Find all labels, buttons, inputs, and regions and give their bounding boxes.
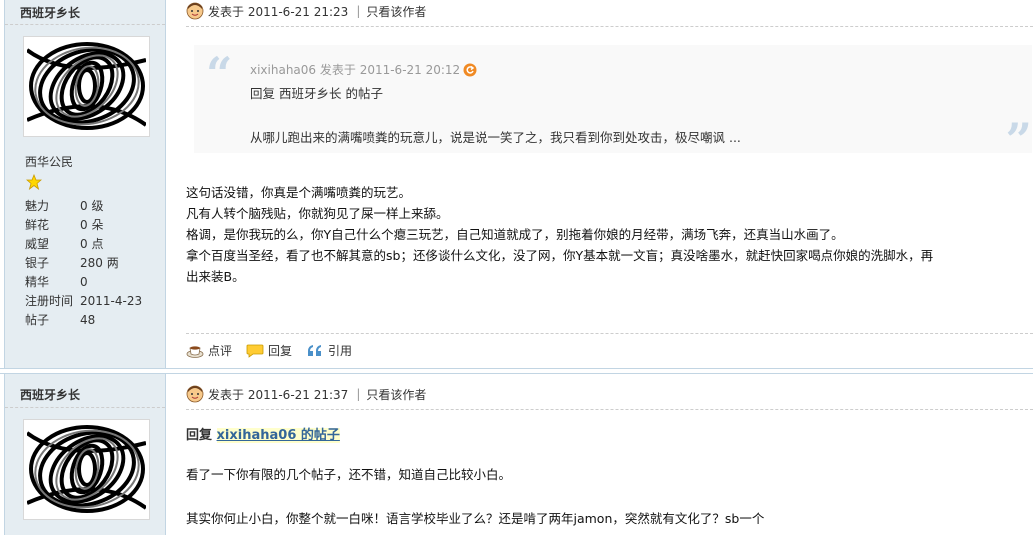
stat-row: 威望 0 点 (25, 234, 165, 253)
comment-label: 点评 (208, 344, 233, 358)
stat-label: 精华 (25, 275, 50, 289)
stat-label: 帖子 (25, 313, 50, 327)
post-meta: 发表于 2011-6-21 21:23 | 只看该作者 (186, 1, 426, 21)
quote-block: “ ” xixihaha06 发表于 2011-6-21 20:12 回复 西班… (194, 45, 1032, 163)
body-line: 拿个百度当圣经，看了也不解其意的sb；还侈谈什么文化，没了网，你Y基本就一文盲；… (186, 248, 934, 263)
divider (186, 409, 1033, 410)
quote-author: xixihaha06 发表于 2011-6-21 20:12 (250, 63, 461, 77)
quote-text: 从哪儿跑出来的满嘴喷粪的玩意儿，说是说一笑了之，我只看到你到处攻击，极尽嘲讽 .… (250, 130, 741, 145)
post-content: 发表于 2011-6-21 21:37 | 只看该作者 回复 xixihaha0… (168, 374, 1033, 535)
online-user-icon (186, 385, 204, 403)
coffee-cup-icon (186, 345, 204, 358)
post-content: 发表于 2011-6-21 21:23 | 只看该作者 “ ” xixihaha… (168, 0, 1033, 368)
forum-post: 西班牙乡长 (0, 0, 1033, 369)
body-line: 出来装B。 (186, 269, 245, 284)
comment-button[interactable]: 点评 (186, 342, 232, 359)
stat-label: 银子 (25, 256, 50, 270)
quote-reply-line: 回复 西班牙乡长 的帖子 (250, 86, 383, 101)
avatar[interactable] (23, 36, 150, 137)
jump-to-post-icon[interactable] (463, 63, 477, 77)
divider (5, 24, 165, 25)
quote-open-icon: “ (206, 47, 233, 101)
meta-separator: | (356, 4, 361, 18)
post-meta: 发表于 2011-6-21 21:37 | 只看该作者 (186, 384, 426, 404)
post-body: 这句话没错，你真是个满嘴喷粪的玩艺。 凡有人转个脑残贴，你就狗见了屎一样上来舔。… (186, 182, 1033, 287)
post-timestamp: 发表于 2011-6-21 21:23 (208, 4, 349, 19)
stat-value: 0 朵 (80, 218, 104, 232)
stat-label: 魅力 (25, 199, 50, 213)
body-line: 凡有人转个脑残贴，你就狗见了屎一样上来舔。 (186, 206, 449, 221)
user-stats: 魅力 0 级 鲜花 0 朵 威望 0 点 银子 280 两 精华 0 注册时间 2011-4… (25, 196, 165, 329)
quote-button[interactable]: 引用 (306, 342, 352, 359)
only-author-link[interactable]: 只看该作者 (366, 386, 426, 403)
stat-label: 鲜花 (25, 218, 50, 232)
reply-target-link[interactable]: xixihaha06 的帖子 (216, 428, 340, 443)
online-user-icon (186, 2, 204, 20)
divider (186, 333, 1033, 334)
author-sidebar: 西班牙乡长 (4, 0, 166, 368)
meta-separator: | (356, 387, 361, 401)
stat-row: 魅力 0 级 (25, 196, 165, 215)
avatar-image (27, 40, 146, 133)
forum-post: 西班牙乡长 (0, 373, 1033, 535)
stat-label: 威望 (25, 237, 50, 251)
stat-value: 0 级 (80, 199, 104, 213)
speech-bubble-icon (246, 344, 264, 358)
stat-row: 精华 0 (25, 272, 165, 291)
post-timestamp: 发表于 2011-6-21 21:37 (208, 387, 349, 402)
user-rank: 西华公民 (25, 155, 74, 169)
body-line: 格调，是你我玩的么，你Y自己什么个瘪三玩艺，自己知道就成了，别拖着你娘的月经带，… (186, 227, 844, 242)
body-line: 这句话没错，你真是个满嘴喷粪的玩艺。 (186, 185, 412, 200)
stat-row: 银子 280 两 (25, 253, 165, 272)
divider (186, 26, 1033, 27)
stat-row: 鲜花 0 朵 (25, 215, 165, 234)
reply-button[interactable]: 回复 (246, 342, 292, 359)
body-line: 其实你何止小白，你整个就一白咪！语言学校毕业了么？还是啃了两年jamon，突然就… (186, 511, 765, 526)
stat-value: 0 点 (80, 237, 104, 251)
author-name[interactable]: 西班牙乡长 (20, 4, 80, 21)
stat-value: 48 (80, 312, 96, 327)
author-sidebar: 西班牙乡长 (4, 374, 166, 535)
author-name[interactable]: 西班牙乡长 (20, 386, 80, 403)
body-line: 看了一下你有限的几个帖子，还不错，知道自己比较小白。 (186, 467, 512, 482)
reply-label: 回复 (268, 344, 293, 358)
quote-label: 引用 (328, 344, 353, 358)
quote-close-icon: ” (1005, 113, 1032, 167)
stat-value: 280 两 (80, 256, 119, 270)
stat-value: 0 (80, 274, 88, 289)
star-icon (26, 174, 42, 190)
stat-label: 注册时间 (25, 294, 74, 308)
stat-row: 注册时间 2011-4-23 (25, 291, 165, 310)
only-author-link[interactable]: 只看该作者 (366, 3, 426, 20)
quote-icon (308, 344, 322, 356)
stat-value: 2011-4-23 (80, 293, 143, 308)
reply-heading: 回复 xixihaha06 的帖子 (186, 424, 340, 443)
quote-author-line: xixihaha06 发表于 2011-6-21 20:12 (250, 61, 477, 78)
divider (5, 407, 165, 408)
post-actions: 点评 回复 引用 (186, 342, 366, 359)
reply-prefix: 回复 (186, 428, 217, 443)
avatar-image (27, 423, 146, 516)
avatar[interactable] (23, 419, 150, 520)
stat-row: 帖子 48 (25, 310, 165, 329)
